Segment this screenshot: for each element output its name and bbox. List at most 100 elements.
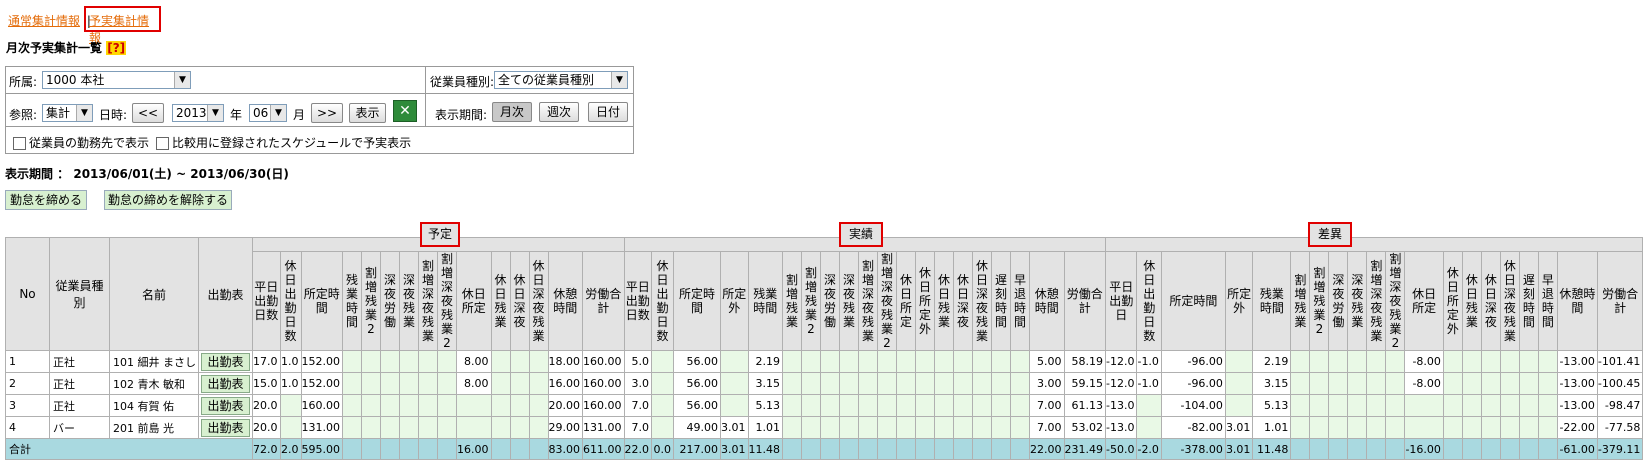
column-header: 早退時間 [1537,251,1558,351]
cell-value [651,372,674,395]
emp-type-value: 全ての従業員種別 [498,73,595,87]
chk1-label: 従業員の勤務先で表示 [29,136,150,150]
column-header: 労働合計 [1063,251,1106,351]
show-button[interactable]: 表示 [349,103,386,123]
total-value [934,438,954,460]
cell-value: -13.00 [1556,350,1598,373]
cell-value: -13.00 [1556,372,1598,395]
cell-value [456,416,492,439]
column-header: 休日残業 [490,251,511,351]
chk1-wrap[interactable]: 従業員の勤務先で表示 [13,134,149,151]
excel-export-icon[interactable]: ✕ [393,100,417,122]
ref-select[interactable]: 集計 ▼ [42,104,93,122]
column-header: 割増残業2 [1309,251,1330,351]
actual-group-header: 実績 [839,222,883,247]
month-value: 06 [253,106,269,120]
cell-value [418,416,438,439]
next-button[interactable]: >> [311,103,343,123]
total-value [380,438,400,460]
page-title: 月次予実集計一覧 [6,41,103,55]
cell-value: 3.15 [747,372,783,395]
cell-value: -104.00 [1160,394,1226,417]
cell-value: 131.00 [582,416,625,439]
cell-value: -1.0 [1136,350,1162,373]
total-value [1010,438,1030,460]
cell-value: 59.15 [1063,372,1106,395]
year-value: 2013 [176,106,207,120]
attendance-sheet-button[interactable]: 出勤表 [201,418,250,437]
column-header: 休憩時間 [1556,251,1598,351]
total-value: 0.0 [651,438,674,460]
cell-value [437,416,457,439]
chk2-wrap[interactable]: 比較用に登録されたスケジュールで予実表示 [156,134,411,151]
daily-button[interactable]: 日付 [588,102,628,122]
cell-value [801,350,821,373]
column-header: 休日出勤日数 [1136,251,1162,351]
cell-value [1518,372,1539,395]
column-header: 割増残業2 [801,251,821,351]
monthly-button[interactable]: 月次 [492,102,532,122]
cell-value [858,372,878,395]
column-header: 名前 [109,237,199,351]
normal-summary-link[interactable]: 通常集計情報 [8,14,80,28]
cell-value [1290,350,1311,373]
checkbox[interactable] [156,137,169,150]
cell-value: -96.00 [1160,350,1226,373]
chk2-label: 比較用に登録されたスケジュールで予実表示 [172,136,412,150]
column-header: 割増深夜残業2 [877,251,897,351]
cell-value [877,416,897,439]
month-select[interactable]: 06 ▼ [249,104,287,122]
cell-value [1499,394,1520,417]
total-value [820,438,840,460]
cell-value [934,372,954,395]
cell-value: 1.01 [747,416,783,439]
total-value: -61.00 [1556,438,1598,460]
total-value [399,438,419,460]
prev-button[interactable]: << [132,103,164,123]
cell-value: 3.01 [720,416,749,439]
cell-value [934,350,954,373]
cell-value [1537,350,1558,373]
column-header: 所定外 [720,251,749,351]
cell-value [991,416,1011,439]
cell-value: 160.00 [582,350,625,373]
cell-value: -101.41 [1596,350,1644,373]
cell-value: 7.00 [1029,416,1065,439]
help-icon[interactable]: [?] [106,41,127,55]
cell-value: 7.0 [623,394,652,417]
total-value [1461,438,1482,460]
close-attendance-button[interactable]: 勤怠を締める [5,190,87,210]
year-select[interactable]: 2013 ▼ [172,104,224,122]
column-header: 残業時間 [747,251,783,351]
attendance-sheet-button[interactable]: 出勤表 [201,396,250,415]
cell-value [418,372,438,395]
column-header: 遅刻時間 [991,251,1011,351]
affiliation-select[interactable]: 1000 本社 ▼ [42,71,191,89]
cell-value [858,416,878,439]
cell-value [1518,394,1539,417]
column-header: 深夜労働 [1328,251,1349,351]
column-header: 休日所定外 [1442,251,1463,351]
cell-value [380,372,400,395]
weekly-button[interactable]: 週次 [539,102,579,122]
attendance-sheet-button[interactable]: 出勤表 [201,352,250,371]
cell-value: 16.00 [547,372,583,395]
unclose-attendance-button[interactable]: 勤怠の締めを解除する [104,190,232,210]
cell-value: 8.00 [456,350,492,373]
emp-type-select[interactable]: 全ての従業員種別 ▼ [494,71,628,89]
total-value: 3.01 [1224,438,1254,460]
cell-value [720,350,749,373]
attendance-sheet-button[interactable]: 出勤表 [201,374,250,393]
total-value: 11.48 [747,438,783,460]
emp-type-label: 従業員種別: [430,75,495,89]
cell-value [839,416,859,439]
column-header: 休憩時間 [547,251,583,351]
column-header: 休日深夜残業 [972,251,992,351]
cell-attendance: 出勤表 [198,416,253,439]
column-header: 早退時間 [1010,251,1030,351]
total-value: -379.11 [1596,438,1644,460]
cell-value [1366,416,1387,439]
total-value [1518,438,1539,460]
cell-value [509,416,530,439]
checkbox[interactable] [13,137,26,150]
